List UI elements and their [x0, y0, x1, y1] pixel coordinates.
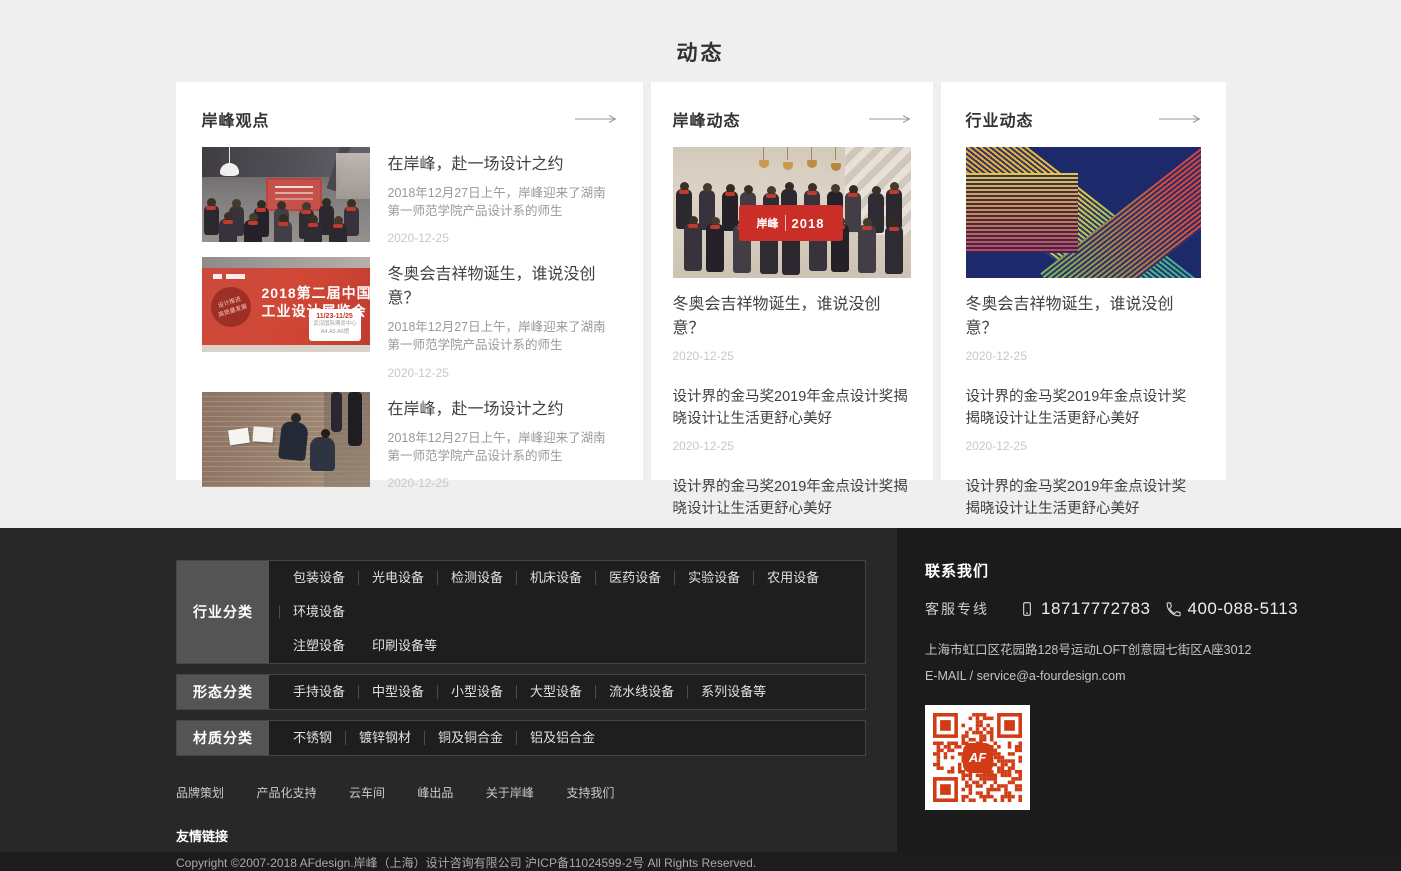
category-link[interactable]: 大型设备 — [520, 675, 591, 709]
article-list-item[interactable]: 在岸峰，赴一场设计之约 2018年12月27日上午，岸峰迎来了湖南第一师范学院产… — [202, 392, 617, 492]
article-date: 2020-12-25 — [673, 439, 734, 453]
mobile-number[interactable]: 18717772783 — [1041, 599, 1151, 619]
footer-nav-link[interactable]: 产品化支持 — [256, 786, 316, 800]
category-label: 形态分类 — [177, 675, 269, 709]
category-link[interactable]: 检测设备 — [441, 561, 512, 595]
featured-article-date: 2020-12-25 — [966, 349, 1027, 363]
category-link[interactable]: 印刷设备等 — [362, 629, 446, 663]
company-address: 上海市虹口区花园路128号运动LOFT创意园七街区A座3012 — [925, 639, 1401, 658]
friend-links-heading[interactable]: 友情链接 — [176, 826, 897, 845]
category-link[interactable]: 手持设备 — [283, 675, 354, 709]
article-thumbnail-workshop — [202, 147, 370, 242]
article-title: 设计界的金马奖2019年金点设计奖揭晓设计让生活更舒心美好 — [966, 476, 1201, 521]
company-email[interactable]: E-MAIL / service@a-fourdesign.com — [925, 669, 1401, 683]
more-arrow-icon[interactable] — [869, 114, 911, 124]
site-footer: 行业分类 包装设备 光电设备 检测设备 机床设备 医药设备 实验设备 农用设备 … — [0, 528, 1401, 852]
article-excerpt: 2018年12月27日上午，岸峰迎来了湖南第一师范学院产品设计系的师生 — [388, 184, 617, 220]
category-link[interactable]: 流水线设备 — [599, 675, 683, 709]
article-title: 在岸峰，赴一场设计之约 — [388, 150, 617, 174]
featured-article-title[interactable]: 冬奥会吉祥物诞生，谁说没创意？ — [966, 290, 1201, 338]
column-title: 岸峰观点 — [202, 107, 270, 131]
column-anfeng-viewpoints: 岸峰观点 在岸峰，赴一场设计之约 2018年12月27日上午，岸峰迎来了湖南第一… — [176, 82, 643, 480]
category-link[interactable]: 小型设备 — [441, 675, 512, 709]
more-arrow-icon[interactable] — [575, 114, 617, 124]
category-link[interactable]: 注塑设备 — [283, 629, 354, 663]
category-link[interactable]: 铝及铝合金 — [520, 721, 604, 755]
article-list-item[interactable]: 在岸峰，赴一场设计之约 2018年12月27日上午，岸峰迎来了湖南第一师范学院产… — [202, 147, 617, 247]
category-link[interactable]: 环境设备 — [283, 595, 354, 629]
mobile-phone-icon — [1019, 600, 1035, 618]
article-title: 设计界的金马奖2019年金点设计奖揭晓设计让生活更舒心美好 — [673, 386, 911, 431]
article-title: 冬奥会吉祥物诞生，谁说没创意？ — [388, 260, 617, 308]
hotline-row: 客服专线 18717772783 400-088-5113 — [925, 599, 1401, 619]
footer-nav-link[interactable]: 品牌策划 — [176, 786, 224, 800]
article-title: 在岸峰，赴一场设计之约 — [388, 395, 617, 419]
article-thumbnail-expo-banner: 2018第二届中国 工业设计展览会 设计推进高质量发展 11/23-11/25 … — [202, 257, 370, 352]
category-link[interactable]: 镀锌钢材 — [349, 721, 420, 755]
footer-nav: 品牌策划 产品化支持 云车间 峰出品 关于岸峰 支持我们 — [176, 784, 897, 802]
article-date: 2020-12-25 — [388, 476, 449, 490]
article-date: 2020-12-25 — [966, 439, 1027, 453]
category-link[interactable]: 机床设备 — [520, 561, 591, 595]
article-excerpt: 2018年12月27日上午，岸峰迎来了湖南第一师范学院产品设计系的师生 — [388, 318, 617, 354]
category-link[interactable]: 中型设备 — [362, 675, 433, 709]
footer-contact-panel: 联系我们 客服专线 18717772783 400-088-5113 上海市虹口… — [897, 528, 1401, 852]
expo-date-box: 11/23-11/25 武汉国际博览中心 A4.A5.A6馆 — [309, 309, 361, 341]
category-link[interactable]: 系列设备等 — [691, 675, 775, 709]
category-link[interactable]: 光电设备 — [362, 561, 433, 595]
column-title: 行业动态 — [966, 107, 1034, 131]
article-excerpt: 2018年12月27日上午，岸峰迎来了湖南第一师范学院产品设计系的师生 — [388, 429, 617, 465]
hotline-label: 客服专线 — [925, 599, 989, 619]
group-photo-banner: 岸峰2018 — [739, 205, 843, 241]
article-title: 设计界的金马奖2019年金点设计奖揭晓设计让生活更舒心美好 — [966, 386, 1201, 431]
page-title: 动态 — [0, 0, 1401, 63]
column-header-row: 岸峰观点 — [202, 107, 617, 131]
category-link[interactable]: 医药设备 — [599, 561, 670, 595]
footer-nav-link[interactable]: 峰出品 — [417, 786, 453, 800]
news-section: 动态 岸峰观点 在岸峰，赴一场设计之约 2018年12月27日上午，岸峰迎来了湖… — [0, 0, 1401, 528]
more-arrow-icon[interactable] — [1159, 114, 1201, 124]
qr-code: AF — [925, 705, 1030, 810]
service-number[interactable]: 400-088-5113 — [1188, 599, 1299, 619]
category-link[interactable]: 实验设备 — [678, 561, 749, 595]
qr-center-logo: AF — [963, 743, 993, 773]
column-industry-news: 行业动态 冬奥会吉祥物诞生，谁说没创意？ 2020-12-25 设计界的金马奖2… — [941, 82, 1226, 480]
category-label: 行业分类 — [177, 561, 269, 663]
footer-nav-link[interactable]: 支持我们 — [566, 786, 614, 800]
article-title: 设计界的金马奖2019年金点设计奖揭晓设计让生活更舒心美好 — [673, 476, 911, 521]
copyright-text: Copyright ©2007-2018 AFdesign.岸峰（上海）设计咨询… — [176, 854, 897, 871]
category-link[interactable]: 铜及铜合金 — [428, 721, 512, 755]
column-header-row: 行业动态 — [966, 107, 1201, 131]
category-link[interactable]: 不锈钢 — [283, 721, 341, 755]
footer-nav-link[interactable]: 关于岸峰 — [486, 786, 534, 800]
category-link[interactable]: 包装设备 — [283, 561, 354, 595]
footer-categories-panel: 行业分类 包装设备 光电设备 检测设备 机床设备 医药设备 实验设备 农用设备 … — [0, 528, 897, 852]
column-anfeng-news: 岸峰动态 岸峰2018 冬奥会吉祥物诞生，谁说没创意？ 2020-12-25 设… — [651, 82, 933, 480]
category-row-form: 形态分类 手持设备 中型设备 小型设备 大型设备 流水线设备 系列设备等 — [176, 674, 866, 710]
footer-nav-link[interactable]: 云车间 — [349, 786, 385, 800]
article-date: 2020-12-25 — [388, 231, 449, 245]
article-list-item[interactable]: 设计界的金马奖2019年金点设计奖揭晓设计让生活更舒心美好 2020-12-25 — [966, 386, 1201, 455]
article-thumbnail-street — [202, 392, 370, 487]
category-link[interactable]: 农用设备 — [757, 561, 828, 595]
contact-heading: 联系我们 — [925, 560, 1401, 581]
category-row-material: 材质分类 不锈钢 镀锌钢材 铜及铜合金 铝及铝合金 — [176, 720, 866, 756]
column-header-row: 岸峰动态 — [673, 107, 911, 131]
category-row-industry: 行业分类 包装设备 光电设备 检测设备 机床设备 医药设备 实验设备 农用设备 … — [176, 560, 866, 664]
column-title: 岸峰动态 — [673, 107, 741, 131]
phone-handset-icon — [1165, 601, 1182, 618]
article-list-item[interactable]: 设计界的金马奖2019年金点设计奖揭晓设计让生活更舒心美好 2020-12-25 — [673, 386, 911, 455]
featured-thumbnail-abstract-lines[interactable] — [966, 147, 1201, 278]
news-columns: 岸峰观点 在岸峰，赴一场设计之约 2018年12月27日上午，岸峰迎来了湖南第一… — [176, 82, 1226, 480]
featured-thumbnail-group-photo[interactable]: 岸峰2018 — [673, 147, 911, 278]
featured-article-title[interactable]: 冬奥会吉祥物诞生，谁说没创意？ — [673, 290, 911, 338]
article-list-item[interactable]: 2018第二届中国 工业设计展览会 设计推进高质量发展 11/23-11/25 … — [202, 257, 617, 381]
category-label: 材质分类 — [177, 721, 269, 755]
featured-article-date: 2020-12-25 — [673, 349, 734, 363]
article-date: 2020-12-25 — [388, 366, 449, 380]
